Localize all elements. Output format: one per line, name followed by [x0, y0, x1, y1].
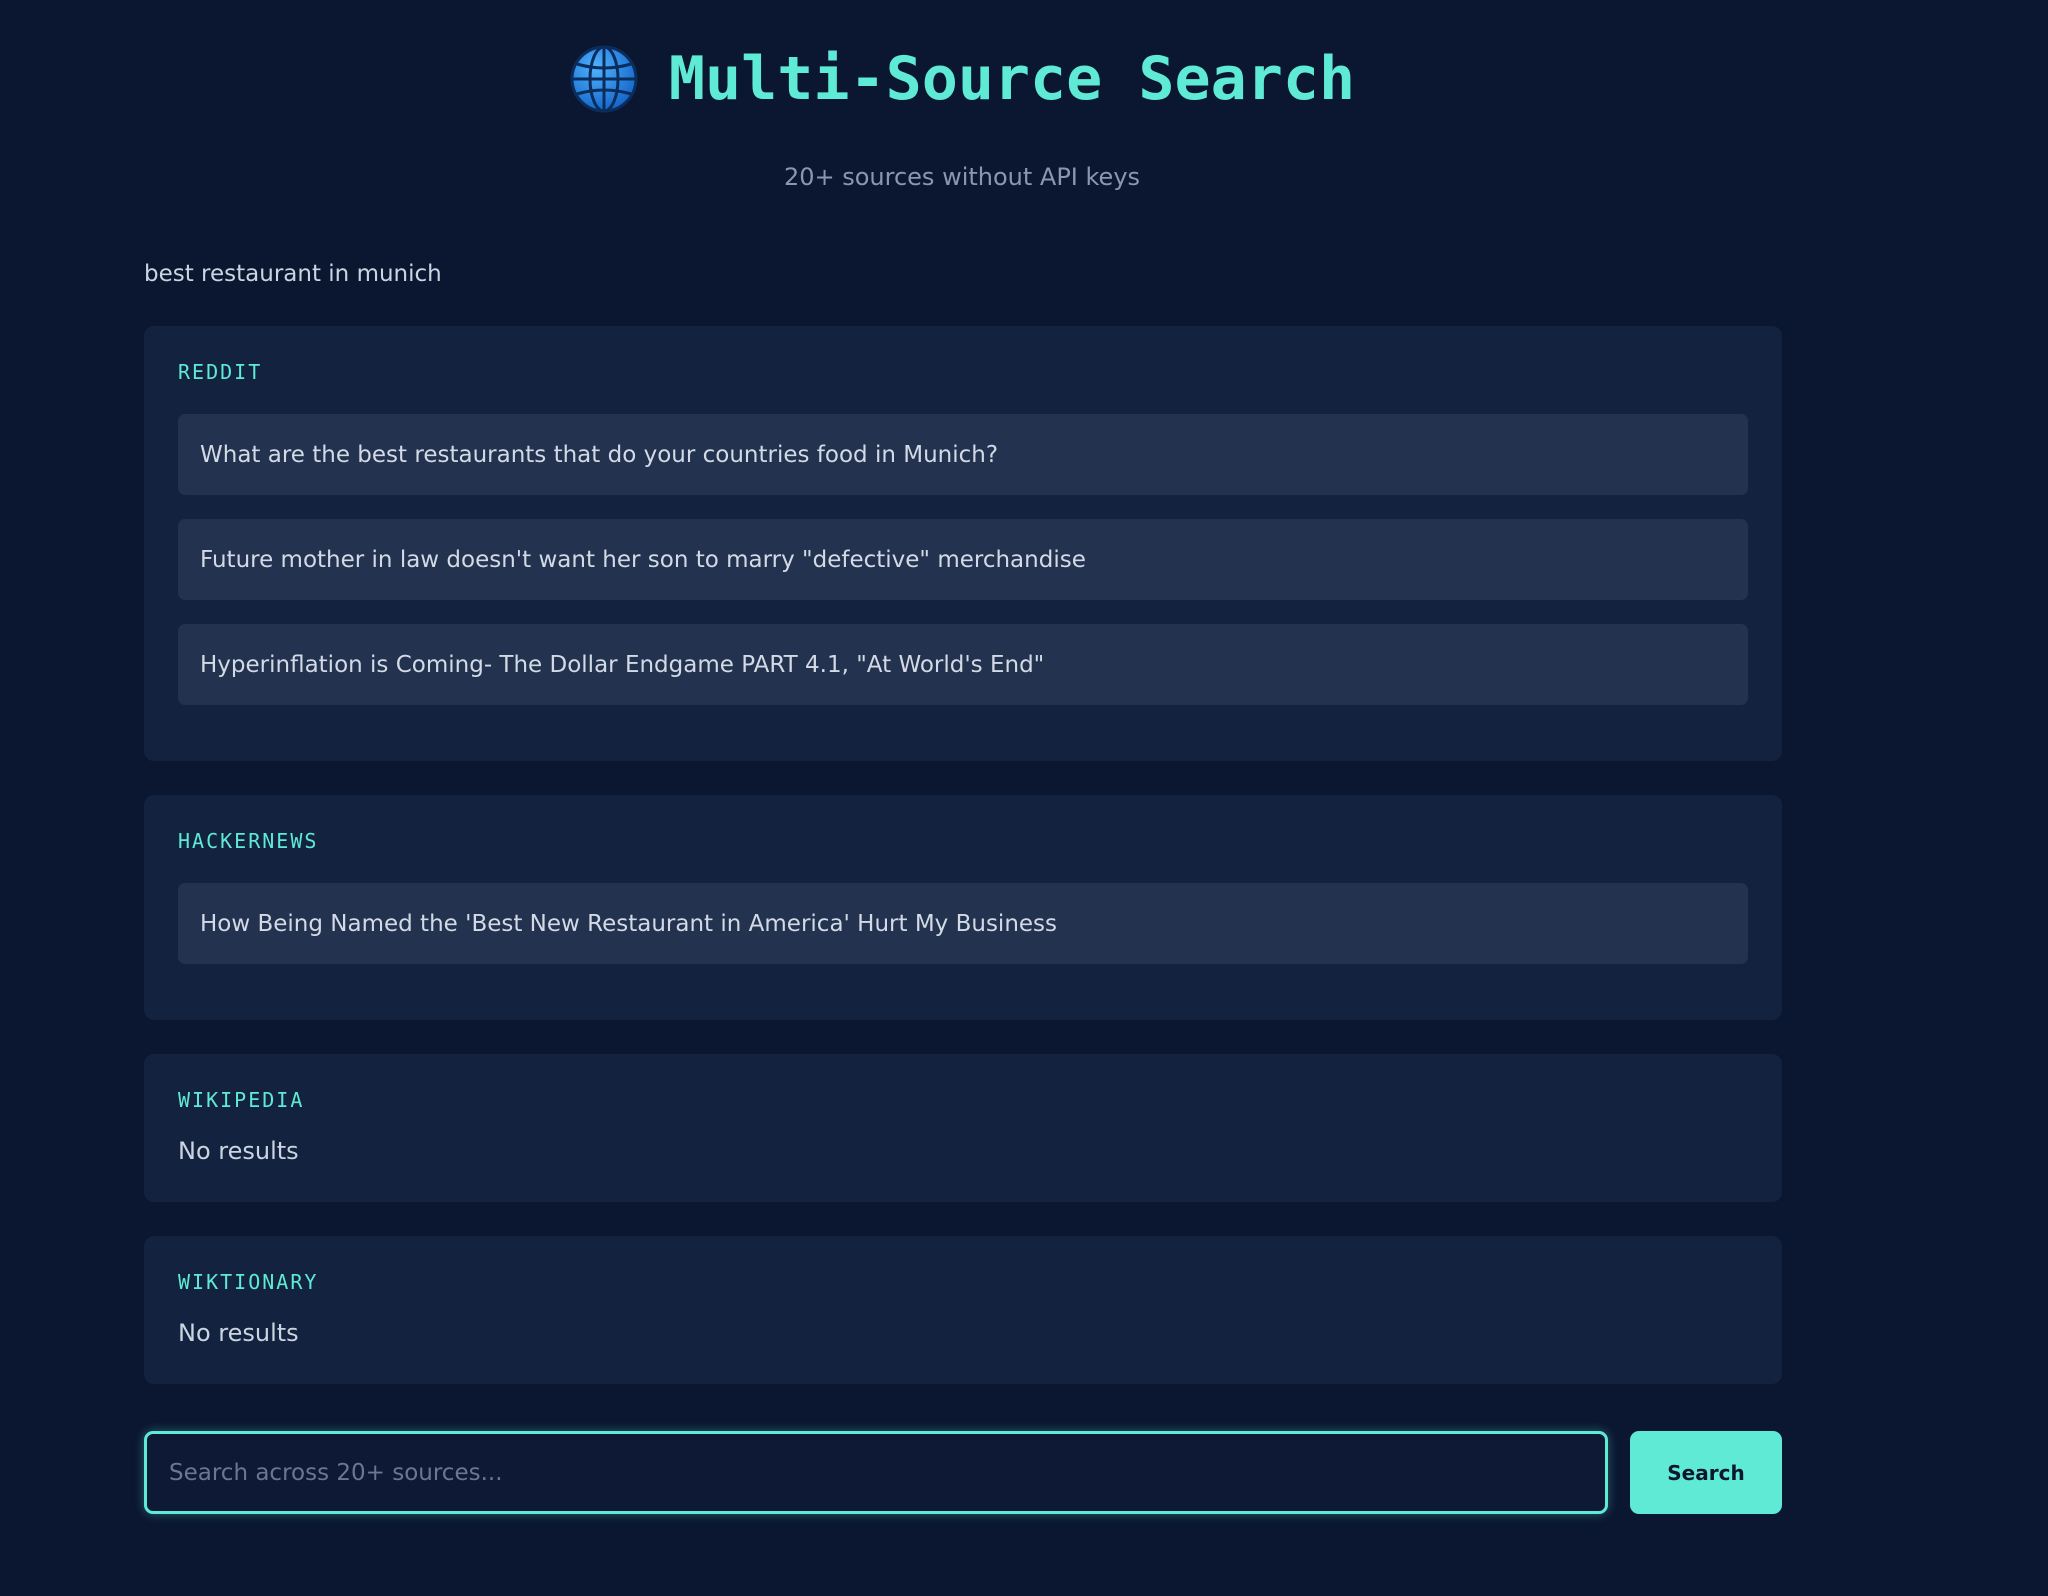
- result-item[interactable]: Hyperinflation is Coming- The Dollar End…: [178, 624, 1748, 705]
- search-bar: Search: [144, 1431, 1782, 1514]
- page: Multi-Source Search 20+ sources without …: [0, 0, 2048, 1596]
- search-button[interactable]: Search: [1630, 1431, 1782, 1514]
- source-name: WIKIPEDIA: [178, 1088, 305, 1112]
- search-input[interactable]: [144, 1431, 1608, 1514]
- source-card-wiktionary: WIKTIONARY No results: [144, 1236, 1782, 1384]
- result-item[interactable]: How Being Named the 'Best New Restaurant…: [178, 883, 1748, 964]
- page-subtitle: 20+ sources without API keys: [783, 163, 1141, 191]
- current-query: best restaurant in munich: [144, 261, 442, 287]
- source-name: WIKTIONARY: [178, 1270, 319, 1294]
- result-item[interactable]: What are the best restaurants that do yo…: [178, 414, 1748, 495]
- no-results-text: No results: [178, 1319, 299, 1347]
- page-title: Multi-Source Search: [668, 44, 1356, 114]
- no-results-text: No results: [178, 1137, 299, 1165]
- source-name: HACKERNEWS: [178, 829, 319, 853]
- source-card-hackernews: HACKERNEWS How Being Named the 'Best New…: [144, 795, 1782, 1020]
- header: Multi-Source Search 20+ sources without …: [0, 36, 1924, 192]
- globe-icon: [569, 44, 639, 114]
- source-card-wikipedia: WIKIPEDIA No results: [144, 1054, 1782, 1202]
- result-item[interactable]: Future mother in law doesn't want her so…: [178, 519, 1748, 600]
- source-card-reddit: REDDIT What are the best restaurants tha…: [144, 326, 1782, 761]
- source-name: REDDIT: [178, 360, 263, 384]
- results-list: REDDIT What are the best restaurants tha…: [144, 326, 1782, 1384]
- title-row: Multi-Source Search: [569, 36, 1355, 122]
